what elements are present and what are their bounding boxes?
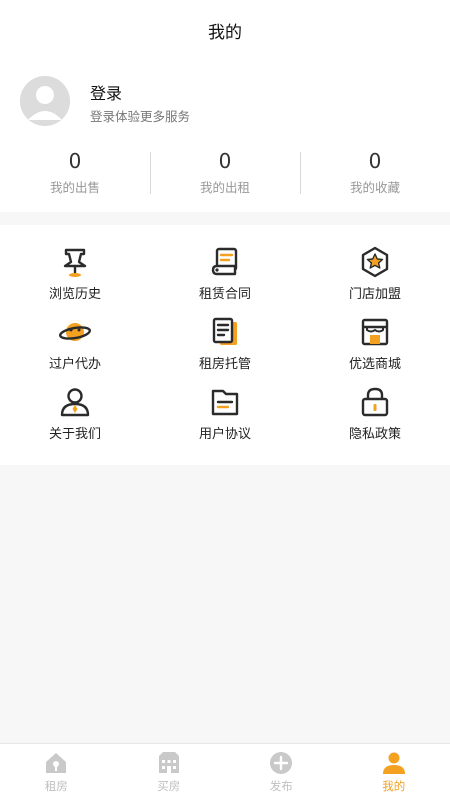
stat-my-sales[interactable]: 0 我的出售 (0, 148, 150, 198)
menu-item-label: 用户协议 (198, 427, 251, 442)
tab-label: 我的 (382, 779, 406, 793)
stat-label: 我的出售 (49, 180, 100, 195)
menu-item-label: 关于我们 (48, 427, 101, 442)
person-icon (60, 388, 90, 417)
tab-buy[interactable]: 买房 (113, 744, 226, 800)
stat-label: 我的出租 (199, 180, 250, 195)
storefront-icon (361, 318, 389, 346)
tab-label: 租房 (44, 779, 68, 793)
house-icon (46, 753, 67, 773)
menu-item-lease-contract[interactable]: 租赁合同 (150, 245, 300, 315)
bottom-tab-bar: 租房 买房 发布 我的 (0, 743, 450, 800)
menu-item-label: 租赁合同 (198, 287, 251, 302)
avatar[interactable] (20, 76, 70, 126)
stat-value: 0 (368, 149, 382, 173)
stat-my-favorites[interactable]: 0 我的收藏 (300, 148, 450, 198)
folder-doc-icon (211, 389, 239, 416)
menu-item-rental-custody[interactable]: 租房托管 (150, 315, 300, 385)
menu-item-label: 租房托管 (198, 357, 251, 372)
menu-item-user-agreement[interactable]: 用户协议 (150, 385, 300, 455)
stat-label: 我的收藏 (349, 180, 400, 195)
menu-item-privacy-policy[interactable]: 隐私政策 (300, 385, 450, 455)
login-subtitle: 登录体验更多服务 (90, 109, 191, 124)
menu-item-transfer-agency[interactable]: 过户代办 (0, 315, 150, 385)
default-avatar-icon (20, 76, 70, 126)
tab-rent[interactable]: 租房 (0, 744, 113, 800)
menu-item-label: 过户代办 (48, 357, 101, 372)
document-list-icon (212, 317, 237, 345)
login-title[interactable]: 登录 (90, 80, 122, 104)
menu-item-store-franchise[interactable]: 门店加盟 (300, 245, 450, 315)
tab-mine[interactable]: 我的 (338, 744, 450, 800)
menu-item-label: 浏览历史 (48, 287, 101, 302)
tab-label: 发布 (269, 779, 293, 793)
stat-value: 0 (218, 149, 232, 173)
profile-section: 我的 登录 登录体验更多服务 0 我的出售 0 我的出租 0 我的收藏 (0, 0, 450, 212)
menu-item-about-us[interactable]: 关于我们 (0, 385, 150, 455)
plus-circle-icon (270, 752, 293, 774)
tab-label: 买房 (157, 779, 181, 793)
planet-icon (59, 319, 91, 341)
building-icon (158, 752, 179, 773)
pushpin-icon (63, 248, 87, 277)
padlock-icon (361, 387, 389, 417)
stat-my-rentals[interactable]: 0 我的出租 (150, 148, 300, 198)
menu-item-browse-history[interactable]: 浏览历史 (0, 245, 150, 315)
menu-item-label: 优选商城 (348, 357, 401, 372)
stat-value: 0 (68, 149, 82, 173)
menu-item-label: 隐私政策 (348, 427, 401, 442)
hexagon-star-icon (361, 246, 389, 278)
menu-item-preferred-mall[interactable]: 优选商城 (300, 315, 450, 385)
menu-item-label: 门店加盟 (348, 287, 401, 302)
user-icon (382, 752, 405, 774)
tab-publish[interactable]: 发布 (225, 744, 338, 800)
scroll-contract-icon (211, 247, 238, 276)
page-title: 我的 (208, 23, 242, 43)
service-menu: 浏览历史 租赁合同 门店加盟 过户代办 租房托管 优选商城 关于我们 用户协议 … (0, 225, 450, 465)
stats-bar: 0 我的出售 0 我的出租 0 我的收藏 (0, 148, 450, 198)
